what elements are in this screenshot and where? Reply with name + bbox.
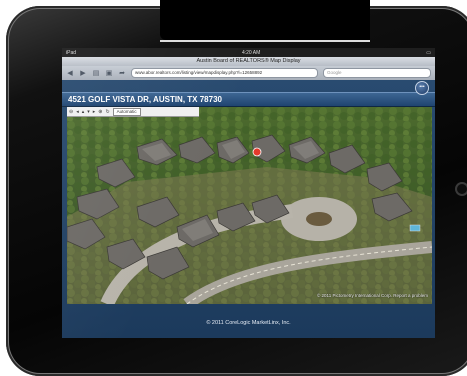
share-icon[interactable]: ➦ <box>118 69 126 77</box>
ipad-screen: iPad 4:20 AM ▭ Austin Board of REALTORS®… <box>62 48 435 338</box>
bookmarks-icon[interactable]: ▤ <box>92 69 100 77</box>
rotate-icon[interactable]: ↻ <box>105 109 109 115</box>
map-app: ••• 4521 GOLF VISTA DR, AUSTIN, TX 78730 <box>62 80 435 338</box>
tabs-icon[interactable]: ▣ <box>105 69 113 77</box>
browser-title: Austin Board of REALTORS® Map Display <box>62 57 435 66</box>
ipad-device: iPad 4:20 AM ▭ Austin Board of REALTORS®… <box>6 6 467 376</box>
map-attribution: © 2011 Pictometry International Corp. Re… <box>316 293 428 298</box>
home-button[interactable] <box>455 182 467 196</box>
more-button[interactable]: ••• <box>415 81 429 95</box>
aerial-image <box>67 107 432 304</box>
status-bar: iPad 4:20 AM ▭ <box>62 48 435 57</box>
app-header: ••• <box>62 80 435 95</box>
address-field[interactable]: www.abor.realtors.com/listing/view/mapdi… <box>131 68 318 78</box>
browser-toolbar: ◀ ▶ ▤ ▣ ➦ www.abor.realtors.com/listing/… <box>62 66 435 81</box>
reflection-overlay <box>160 0 370 42</box>
aerial-map[interactable]: ⊖ ◂ ▴ ▾ ▸ ⊕ ↻ Automatic © 2011 Pictometr… <box>67 107 432 304</box>
pan-left-icon[interactable]: ◂ <box>76 109 79 115</box>
zoom-in-icon[interactable]: ⊕ <box>98 109 102 115</box>
view-mode-select[interactable]: Automatic <box>112 107 141 116</box>
pan-right-icon[interactable]: ▸ <box>93 109 96 115</box>
listing-marker-icon[interactable] <box>252 147 262 157</box>
carrier-label: iPad <box>66 49 77 56</box>
battery-icon: ▭ <box>426 49 431 56</box>
back-button[interactable]: ◀ <box>66 69 74 77</box>
clock: 4:20 AM <box>241 49 261 56</box>
forward-button[interactable]: ▶ <box>79 69 87 77</box>
zoom-out-icon[interactable]: ⊖ <box>69 109 73 115</box>
pan-down-icon[interactable]: ▾ <box>87 109 90 115</box>
listing-address: 4521 GOLF VISTA DR, AUSTIN, TX 78730 <box>62 92 435 107</box>
page-footer: © 2011 CoreLogic MarketLinx, Inc. <box>206 320 291 326</box>
search-input[interactable]: Google <box>323 68 431 78</box>
map-controls: ⊖ ◂ ▴ ▾ ▸ ⊕ ↻ Automatic <box>67 107 199 117</box>
pan-up-icon[interactable]: ▴ <box>82 109 85 115</box>
